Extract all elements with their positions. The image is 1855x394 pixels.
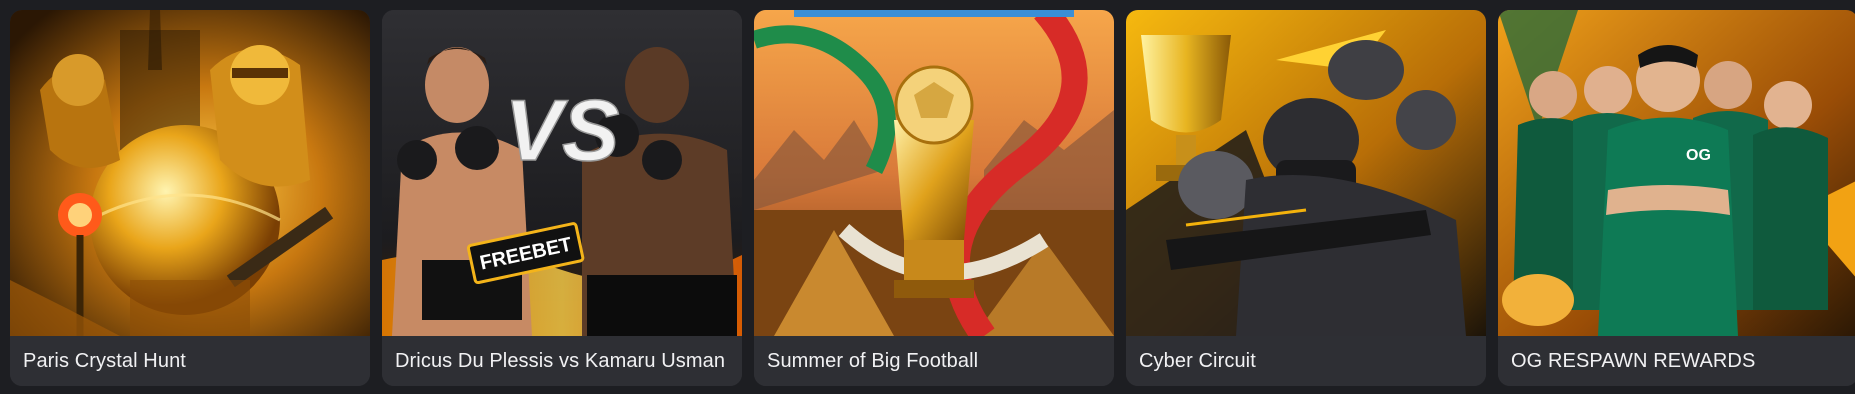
promo-image: VS FREEBET	[382, 10, 742, 336]
promo-title: Summer of Big Football	[767, 349, 979, 372]
promo-image	[754, 10, 1114, 336]
ufc-fighters-versus-artwork: VS FREEBET	[382, 10, 742, 336]
promo-image: OG	[1498, 10, 1855, 336]
promo-caption: Dricus Du Plessis vs Kamaru Usman	[382, 336, 742, 386]
og-esports-team-artwork: OG	[1498, 10, 1855, 336]
promo-card-dricus-vs-kamaru[interactable]: VS FREEBET Dricus Du Plessis vs Kamaru U…	[382, 10, 742, 386]
promo-title: OG RESPAWN REWARDS	[1511, 349, 1756, 372]
promo-title: Cyber Circuit	[1139, 349, 1256, 372]
esports-soldier-trophy-artwork	[1126, 10, 1486, 336]
svg-text:OG: OG	[1686, 147, 1711, 164]
promo-title: Paris Crystal Hunt	[23, 349, 186, 372]
golden-trophy-flags-artwork	[754, 10, 1114, 336]
versus-label: VS	[505, 83, 620, 179]
promo-card-summer-of-big-football[interactable]: Summer of Big Football	[754, 10, 1114, 386]
promo-card-paris-crystal-hunt[interactable]: Paris Crystal Hunt	[10, 10, 370, 386]
promo-caption: Paris Crystal Hunt	[10, 336, 370, 386]
promo-caption: OG RESPAWN REWARDS	[1498, 336, 1855, 386]
promo-image	[10, 10, 370, 336]
promo-caption: Cyber Circuit	[1126, 336, 1486, 386]
promo-image	[1126, 10, 1486, 336]
promo-card-cyber-circuit[interactable]: Cyber Circuit	[1126, 10, 1486, 386]
golden-knight-warriors-artwork	[10, 10, 370, 336]
promo-caption: Summer of Big Football	[754, 336, 1114, 386]
promo-title: Dricus Du Plessis vs Kamaru Usman	[395, 349, 726, 372]
promotions-carousel: Paris Crystal Hunt VS FREEBET Dricus Du …	[0, 0, 1855, 394]
promo-card-og-respawn-rewards[interactable]: OG OG RESPAWN REWARDS	[1498, 10, 1855, 386]
